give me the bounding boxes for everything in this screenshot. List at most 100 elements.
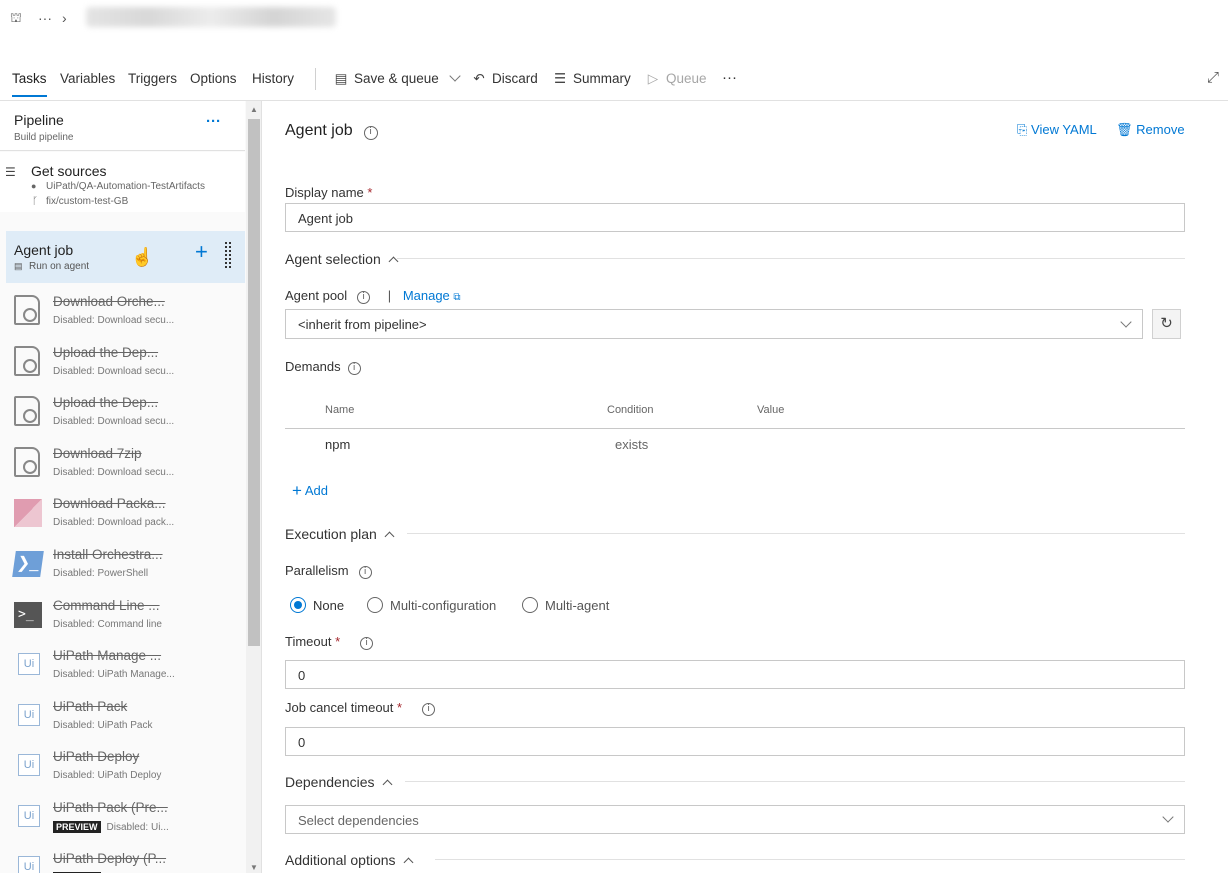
remove-button[interactable]: 🗑 Remove <box>1116 122 1185 138</box>
agent-job-title-text: Agent job <box>285 122 353 139</box>
parallelism-none-radio[interactable]: None <box>290 597 344 613</box>
add-task-button[interactable]: + <box>195 239 208 265</box>
discard-label: Discard <box>492 71 538 86</box>
column-condition: Condition <box>607 404 654 416</box>
demands-table-row[interactable]: npm exists <box>285 430 1185 460</box>
task-item[interactable]: ❯_ Install Orchestra... Disabled: PowerShe… <box>6 538 245 588</box>
task-item[interactable]: Download Orche... Disabled: Download secu… <box>6 285 245 335</box>
add-demand-button[interactable]: + Add <box>292 481 328 501</box>
tab-options[interactable]: Options <box>190 71 237 86</box>
tab-history[interactable]: History <box>252 71 294 86</box>
demand-name[interactable]: npm <box>325 437 350 452</box>
radio-unselected-icon <box>522 597 538 613</box>
task-status: Disabled: Download secu... <box>53 365 175 377</box>
section-divider <box>435 859 1185 860</box>
dependencies-section[interactable]: Dependencies <box>285 774 392 790</box>
section-divider <box>397 258 1185 259</box>
save-queue-button[interactable]: ▤ Save & queue <box>333 70 461 87</box>
more-actions-button[interactable]: ··· <box>722 69 737 86</box>
undo-icon: ↶ <box>473 71 485 86</box>
parallelism-label-text: Parallelism <box>285 563 349 578</box>
info-icon[interactable]: i <box>422 703 436 716</box>
info-icon[interactable]: i <box>357 291 371 304</box>
task-subtitle: Disabled: Download secu... <box>53 467 174 478</box>
task-item[interactable]: Ui UiPath Pack (Pre... PREVIEW Disabled: Ui… <box>6 791 245 841</box>
task-item[interactable]: Upload the Dep... Disabled: Download secu… <box>6 386 245 436</box>
chevron-down-icon[interactable] <box>448 70 461 82</box>
tab-variables[interactable]: Variables <box>60 71 115 86</box>
execution-plan-section[interactable]: Execution plan <box>285 526 395 542</box>
plus-icon: + <box>292 481 302 500</box>
info-icon[interactable]: i <box>358 566 372 579</box>
parallelism-label: Parallelism i <box>285 563 372 579</box>
command-line-icon: >_ <box>14 599 42 629</box>
get-sources-icon: ☰ <box>5 165 16 179</box>
task-name: Download Packa... <box>53 496 166 512</box>
info-icon[interactable]: i <box>347 362 361 375</box>
task-name: Download 7zip <box>53 445 142 461</box>
github-icon: ● <box>31 181 37 191</box>
pipelines-icon[interactable]: ⛫ <box>10 10 22 28</box>
parallelism-multi-configuration-radio[interactable]: Multi-configuration <box>367 597 496 613</box>
manage-link[interactable]: Manage ⧉ <box>403 288 461 303</box>
summary-label: Summary <box>573 71 631 86</box>
pipeline-header[interactable]: Pipeline Build pipeline ··· <box>0 101 245 151</box>
agent-job-details: Agent job i ⎘ View YAML 🗑 Remove Display … <box>263 101 1228 873</box>
section-divider <box>405 781 1185 782</box>
tab-triggers[interactable]: Triggers <box>128 71 177 86</box>
agent-pool-label: Agent pool i | Manage ⧉ <box>285 288 461 304</box>
secure-file-icon <box>14 446 42 477</box>
agent-job-item[interactable]: Agent job ▤ Run on agent ☝ + <box>6 231 245 283</box>
task-item[interactable]: Ui UiPath Pack Disabled: UiPath Pack <box>6 690 245 740</box>
chevron-up-icon <box>384 531 395 542</box>
secure-file-icon <box>14 345 42 376</box>
clipboard-icon: ⎘ <box>1017 122 1028 137</box>
cancel-timeout-label-text: Job cancel timeout <box>285 700 394 715</box>
scrollbar-thumb[interactable] <box>248 119 260 646</box>
discard-button[interactable]: ↶ Discard <box>471 71 538 87</box>
demand-condition[interactable]: exists <box>615 437 648 452</box>
task-item[interactable]: Upload the Dep... Disabled: Download secu… <box>6 336 245 386</box>
get-sources-item[interactable]: ☰ Get sources ● UiPath/QA-Automation-Tes… <box>0 152 245 212</box>
breadcrumb-ellipsis[interactable]: ··· <box>38 10 52 26</box>
chevron-up-icon <box>403 857 413 868</box>
pipeline-more-button[interactable]: ··· <box>206 113 221 130</box>
agent-selection-section[interactable]: Agent selection <box>285 251 399 267</box>
expand-icon[interactable]: ⤢ <box>1207 69 1219 86</box>
save-queue-label: Save & queue <box>354 71 439 86</box>
tab-tasks[interactable]: Tasks <box>12 71 47 97</box>
task-item[interactable]: Download Packa... Disabled: Download pack… <box>6 487 245 537</box>
additional-options-section[interactable]: Additional options <box>285 852 413 868</box>
scroll-down-arrow[interactable]: ▼ <box>250 863 258 872</box>
task-item[interactable]: Ui UiPath Manage ... Disabled: UiPath Mana… <box>6 639 245 689</box>
refresh-icon[interactable]: ↻ <box>1152 309 1181 339</box>
parallelism-multi-agent-label: Multi-agent <box>545 598 610 613</box>
column-name: Name <box>325 404 355 416</box>
secure-file-icon <box>14 396 42 427</box>
view-yaml-button[interactable]: ⎘ View YAML <box>1017 122 1097 138</box>
task-item[interactable]: >_ Command Line ... Disabled: Command line <box>6 589 245 639</box>
task-item[interactable]: UiUiPath Deploy (P...PREVIEWDisabled: Ui… <box>6 842 245 873</box>
display-name-label: Display name * <box>285 185 373 200</box>
timeout-input[interactable]: 0 <box>285 660 1185 689</box>
task-subtitle: Disabled: Command line <box>53 619 162 630</box>
task-item[interactable]: Download 7zip Disabled: Download secu... <box>6 437 245 487</box>
info-icon[interactable]: i <box>363 126 378 140</box>
server-icon: ▤ <box>14 261 23 271</box>
summary-button[interactable]: ☰ Summary <box>552 71 631 87</box>
queue-button[interactable]: ▷ Queue <box>645 71 707 87</box>
task-item[interactable]: Ui UiPath Deploy Disabled: UiPath Deploy <box>6 740 245 790</box>
task-subtitle: Disabled: UiPath Pack <box>53 720 153 731</box>
column-value: Value <box>757 404 785 416</box>
drag-handle[interactable] <box>225 242 231 268</box>
display-name-input[interactable]: Agent job <box>285 203 1185 232</box>
dependencies-select[interactable]: Select dependencies <box>285 805 1185 834</box>
cancel-timeout-input[interactable]: 0 <box>285 727 1185 756</box>
save-icon: ▤ <box>334 71 348 86</box>
pipeline-title: Pipeline <box>14 112 64 128</box>
agent-pool-select[interactable]: <inherit from pipeline> <box>285 309 1143 339</box>
additional-options-title: Additional options <box>285 852 396 868</box>
parallelism-multi-agent-radio[interactable]: Multi-agent <box>522 597 609 613</box>
info-icon[interactable]: i <box>360 637 374 650</box>
scroll-up-arrow[interactable]: ▲ <box>250 105 258 114</box>
